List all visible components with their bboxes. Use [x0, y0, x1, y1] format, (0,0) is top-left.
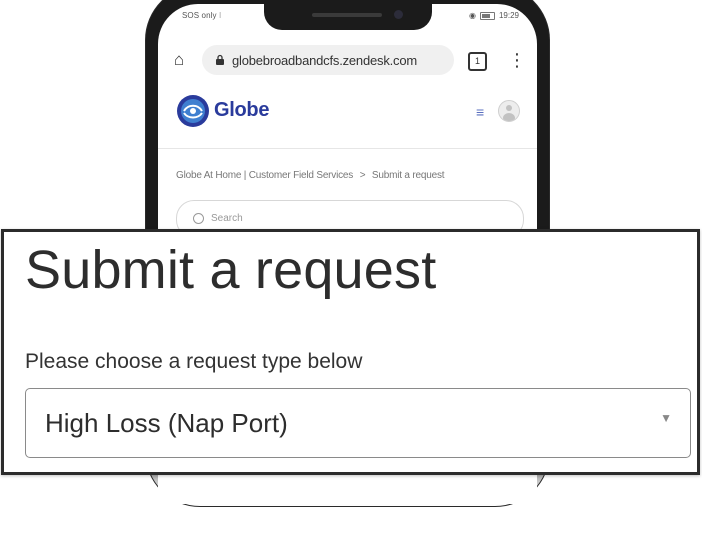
search-placeholder: Search [211, 213, 243, 224]
menu-icon[interactable]: ≡ [476, 105, 488, 119]
breadcrumb-item-home[interactable]: Globe At Home | Customer Field Services [176, 170, 353, 181]
wifi-icon: ⁝ [218, 11, 222, 20]
alarm-icon: ◉ [468, 11, 476, 20]
tabs-icon[interactable]: 1 [468, 52, 487, 71]
brand-name[interactable]: Globe [214, 99, 269, 122]
zoom-callout: Submit a request Please choose a request… [1, 229, 700, 475]
request-type-label: Please choose a request type below [25, 350, 363, 373]
request-type-selected-value: High Loss (Nap Port) [45, 408, 288, 438]
search-icon [193, 213, 204, 224]
camera-icon [394, 10, 403, 19]
chevron-down-icon[interactable]: ▼ [660, 411, 672, 425]
phone-notch [264, 4, 432, 30]
address-bar[interactable]: globebroadbandcfs.zendesk.com [202, 45, 454, 75]
carrier-text: SOS only [182, 11, 217, 20]
speaker-grille [312, 13, 382, 17]
status-time: 19:29 [498, 11, 519, 20]
user-avatar-icon[interactable] [498, 100, 520, 122]
battery-icon [479, 11, 495, 20]
more-vertical-icon[interactable]: ⋮ [508, 50, 526, 70]
request-type-select[interactable]: High Loss (Nap Port) ▼ [25, 388, 691, 458]
stage: SOS only ⁝ ◉ 19:29 ⌂ globebroadbandcfs.z… [0, 0, 702, 539]
url-text: globebroadbandcfs.zendesk.com [232, 52, 417, 68]
globe-logo-icon[interactable] [176, 94, 210, 128]
status-bar-right: ◉ 19:29 [469, 11, 519, 20]
breadcrumb: Globe At Home | Customer Field Services … [176, 170, 445, 181]
site-header: Globe ≡ [158, 88, 537, 149]
breadcrumb-separator: > [359, 170, 366, 181]
browser-toolbar: ⌂ globebroadbandcfs.zendesk.com 1 ⋮ [158, 42, 537, 78]
lock-icon [216, 54, 224, 65]
status-bar-carrier: SOS only ⁝ [182, 11, 222, 20]
home-icon[interactable]: ⌂ [170, 51, 188, 69]
page-title: Submit a request [25, 240, 437, 300]
breadcrumb-item-current[interactable]: Submit a request [372, 170, 445, 181]
